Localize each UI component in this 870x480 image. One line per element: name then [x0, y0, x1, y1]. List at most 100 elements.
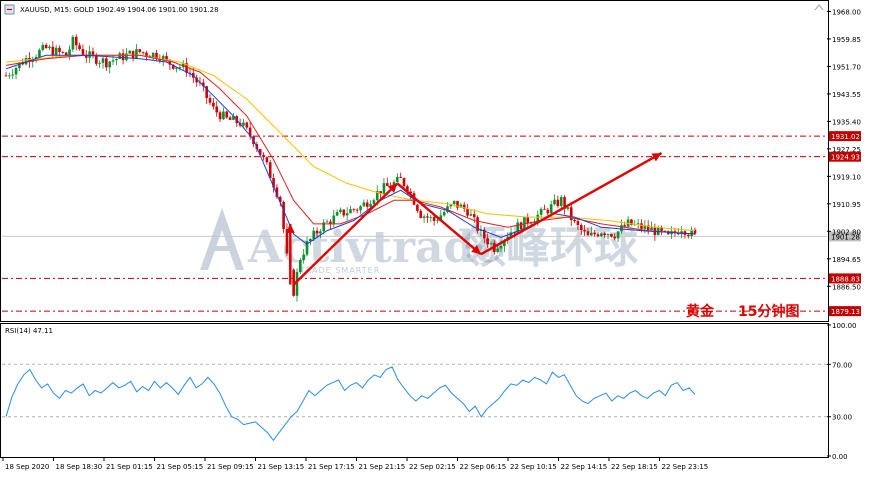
candle-body [526, 216, 530, 224]
candle-body [24, 58, 28, 65]
candle-body [111, 60, 115, 62]
candle-body [121, 53, 125, 61]
price-tick-label: 1902.80 [832, 228, 861, 236]
candle-body [523, 216, 526, 230]
candle-body [325, 221, 329, 223]
candle-body [8, 75, 11, 77]
price-tick-label: 1886.50 [832, 283, 861, 291]
candle-body [556, 199, 560, 207]
candle-body [579, 225, 583, 230]
price-tick-label: 1951.70 [832, 63, 861, 71]
candle-body [118, 53, 122, 59]
candle-body [402, 178, 406, 187]
candle-body [583, 229, 586, 232]
candle-body [362, 202, 366, 207]
candle-body [145, 52, 148, 56]
chart-canvas: XAUUSD, M15: GOLD 1902.49 1904.06 1901.0… [0, 0, 870, 476]
candle-body [385, 183, 389, 187]
candle-body [573, 219, 576, 222]
candle-body [295, 272, 299, 296]
watermark-cn: 领峰环球 [462, 222, 639, 273]
candle-body [382, 183, 386, 194]
candle-body [141, 51, 145, 53]
candle-body [613, 236, 617, 239]
candle-body [600, 233, 603, 237]
candle-body [546, 209, 550, 214]
candle-body [88, 51, 91, 58]
candle-body [312, 230, 316, 239]
candle-body [586, 231, 590, 236]
price-tick-label: 1935.40 [832, 118, 861, 126]
time-tick-label: 21 Sep 13:15 [258, 463, 305, 471]
candle-body [222, 111, 225, 120]
candle-body [349, 209, 352, 214]
candle-body [101, 58, 105, 63]
level-price-label: 1879.13 [831, 308, 860, 316]
candle-body [359, 206, 362, 211]
candle-body [135, 49, 138, 59]
caption-subtitle: 15分钟图 [738, 303, 799, 320]
level-price-label: 1931.02 [831, 133, 860, 141]
candle-body [128, 50, 132, 54]
candle-body [432, 216, 436, 221]
candle-body [335, 212, 339, 216]
candle-body [469, 214, 473, 216]
time-tick-label: 21 Sep 17:15 [308, 463, 355, 471]
candle-body [215, 106, 219, 113]
candle-body [452, 200, 456, 205]
candle-body [225, 111, 229, 118]
time-tick-label: 18 Sep 18:30 [56, 463, 103, 471]
time-tick-label: 22 Sep 23:15 [662, 463, 709, 471]
candle-body [422, 216, 426, 218]
candle-body [436, 220, 439, 222]
candle-body [606, 234, 610, 236]
time-tick-label: 18 Sep 2020 [5, 463, 49, 471]
candle-body [108, 61, 111, 68]
candle-body [416, 204, 419, 211]
candle-body [245, 122, 249, 128]
candle-body [352, 209, 356, 210]
rsi-tick-label: 0.00 [832, 453, 848, 461]
candle-body [265, 157, 269, 163]
candle-body [58, 47, 61, 52]
candle-body [105, 58, 108, 68]
candle-body [472, 214, 476, 218]
candle-body [640, 223, 643, 229]
candle-body [442, 212, 446, 216]
candle-body [218, 112, 222, 120]
symbol-info: XAUUSD, M15: GOLD 1902.49 1904.06 1901.0… [20, 6, 219, 14]
candle-body [559, 197, 563, 207]
candle-body [319, 231, 322, 234]
rsi-label: RSI(14) 47.11 [5, 327, 53, 335]
candle-body [543, 208, 546, 210]
candle-body [549, 204, 553, 214]
price-tick-label: 1919.10 [832, 173, 861, 181]
time-tick-label: 21 Sep 05:15 [157, 463, 204, 471]
time-tick-label: 21 Sep 21:15 [359, 463, 406, 471]
candle-body [339, 209, 342, 213]
candle-body [78, 45, 81, 50]
candle-body [365, 202, 369, 207]
candle-body [131, 50, 135, 59]
candle-body [603, 233, 606, 236]
candle-body [687, 234, 690, 236]
candle-body [650, 227, 653, 231]
candle-body [165, 56, 168, 60]
candle-body [38, 50, 41, 57]
candle-body [54, 47, 58, 56]
candle-body [299, 260, 302, 273]
price-tick-label: 1927.25 [832, 146, 861, 154]
time-tick-label: 21 Sep 01:15 [106, 463, 153, 471]
candle-body [332, 215, 336, 225]
price-tick-label: 1968.00 [832, 8, 861, 16]
candle-body [151, 52, 155, 58]
price-tick-label: 1910.95 [832, 201, 861, 209]
candle-body [11, 74, 14, 76]
candle-body [499, 246, 503, 249]
candle-body [636, 223, 640, 225]
caption-title: 黄金 [686, 303, 715, 320]
time-tick-label: 22 Sep 14:15 [561, 463, 608, 471]
time-tick-label: 22 Sep 10:15 [510, 463, 557, 471]
chart-menu-icon[interactable] [4, 4, 15, 15]
candle-body [81, 49, 85, 55]
